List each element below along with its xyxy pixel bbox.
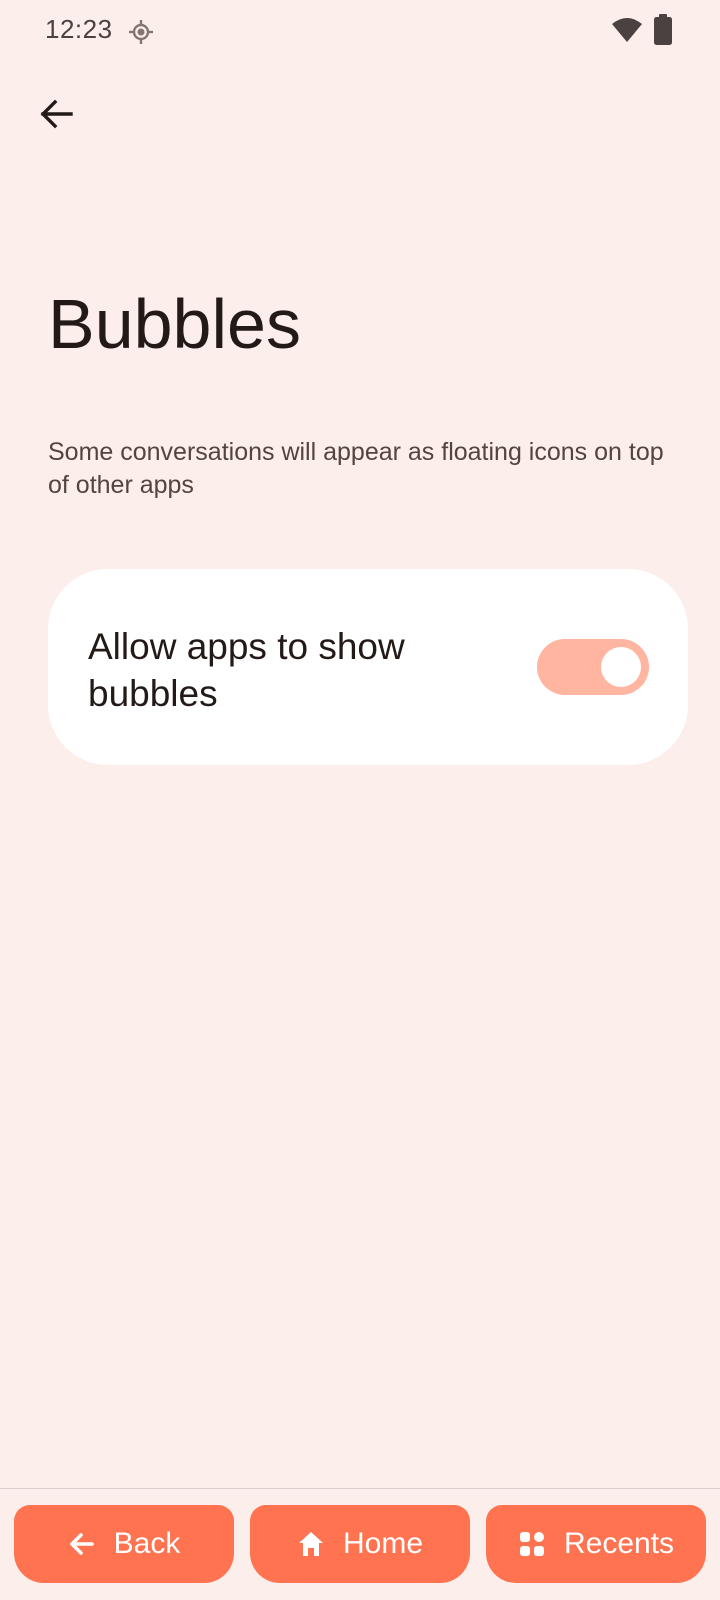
allow-bubbles-toggle[interactable] [537,639,649,695]
nav-back-label: Back [113,1527,181,1560]
status-bar: 12:23 [0,0,720,62]
nav-home-button[interactable]: Home [250,1505,470,1583]
home-icon [298,1532,323,1556]
recents-icon [519,1532,544,1556]
nav-home-label: Home [342,1527,424,1560]
page-description: Some conversations will appear as floati… [48,438,664,499]
allow-bubbles-label: Allow apps to show bubbles [88,626,405,714]
navigation-bar: Back Home Recents [0,1489,720,1600]
page-title: Bubbles [48,285,301,363]
arrow-back-icon[interactable] [34,92,78,136]
battery-icon [654,14,672,45]
nav-recents-label: Recents [563,1527,675,1560]
nav-back-button[interactable]: Back [14,1505,234,1583]
wifi-icon [612,18,642,42]
toggle-knob [601,647,641,687]
nav-recents-button[interactable]: Recents [486,1505,706,1583]
status-time: 12:23 [45,14,113,44]
location-icon [129,20,153,44]
allow-bubbles-setting[interactable]: Allow apps to show bubbles [48,569,688,765]
arrow-left-icon [69,1533,94,1555]
